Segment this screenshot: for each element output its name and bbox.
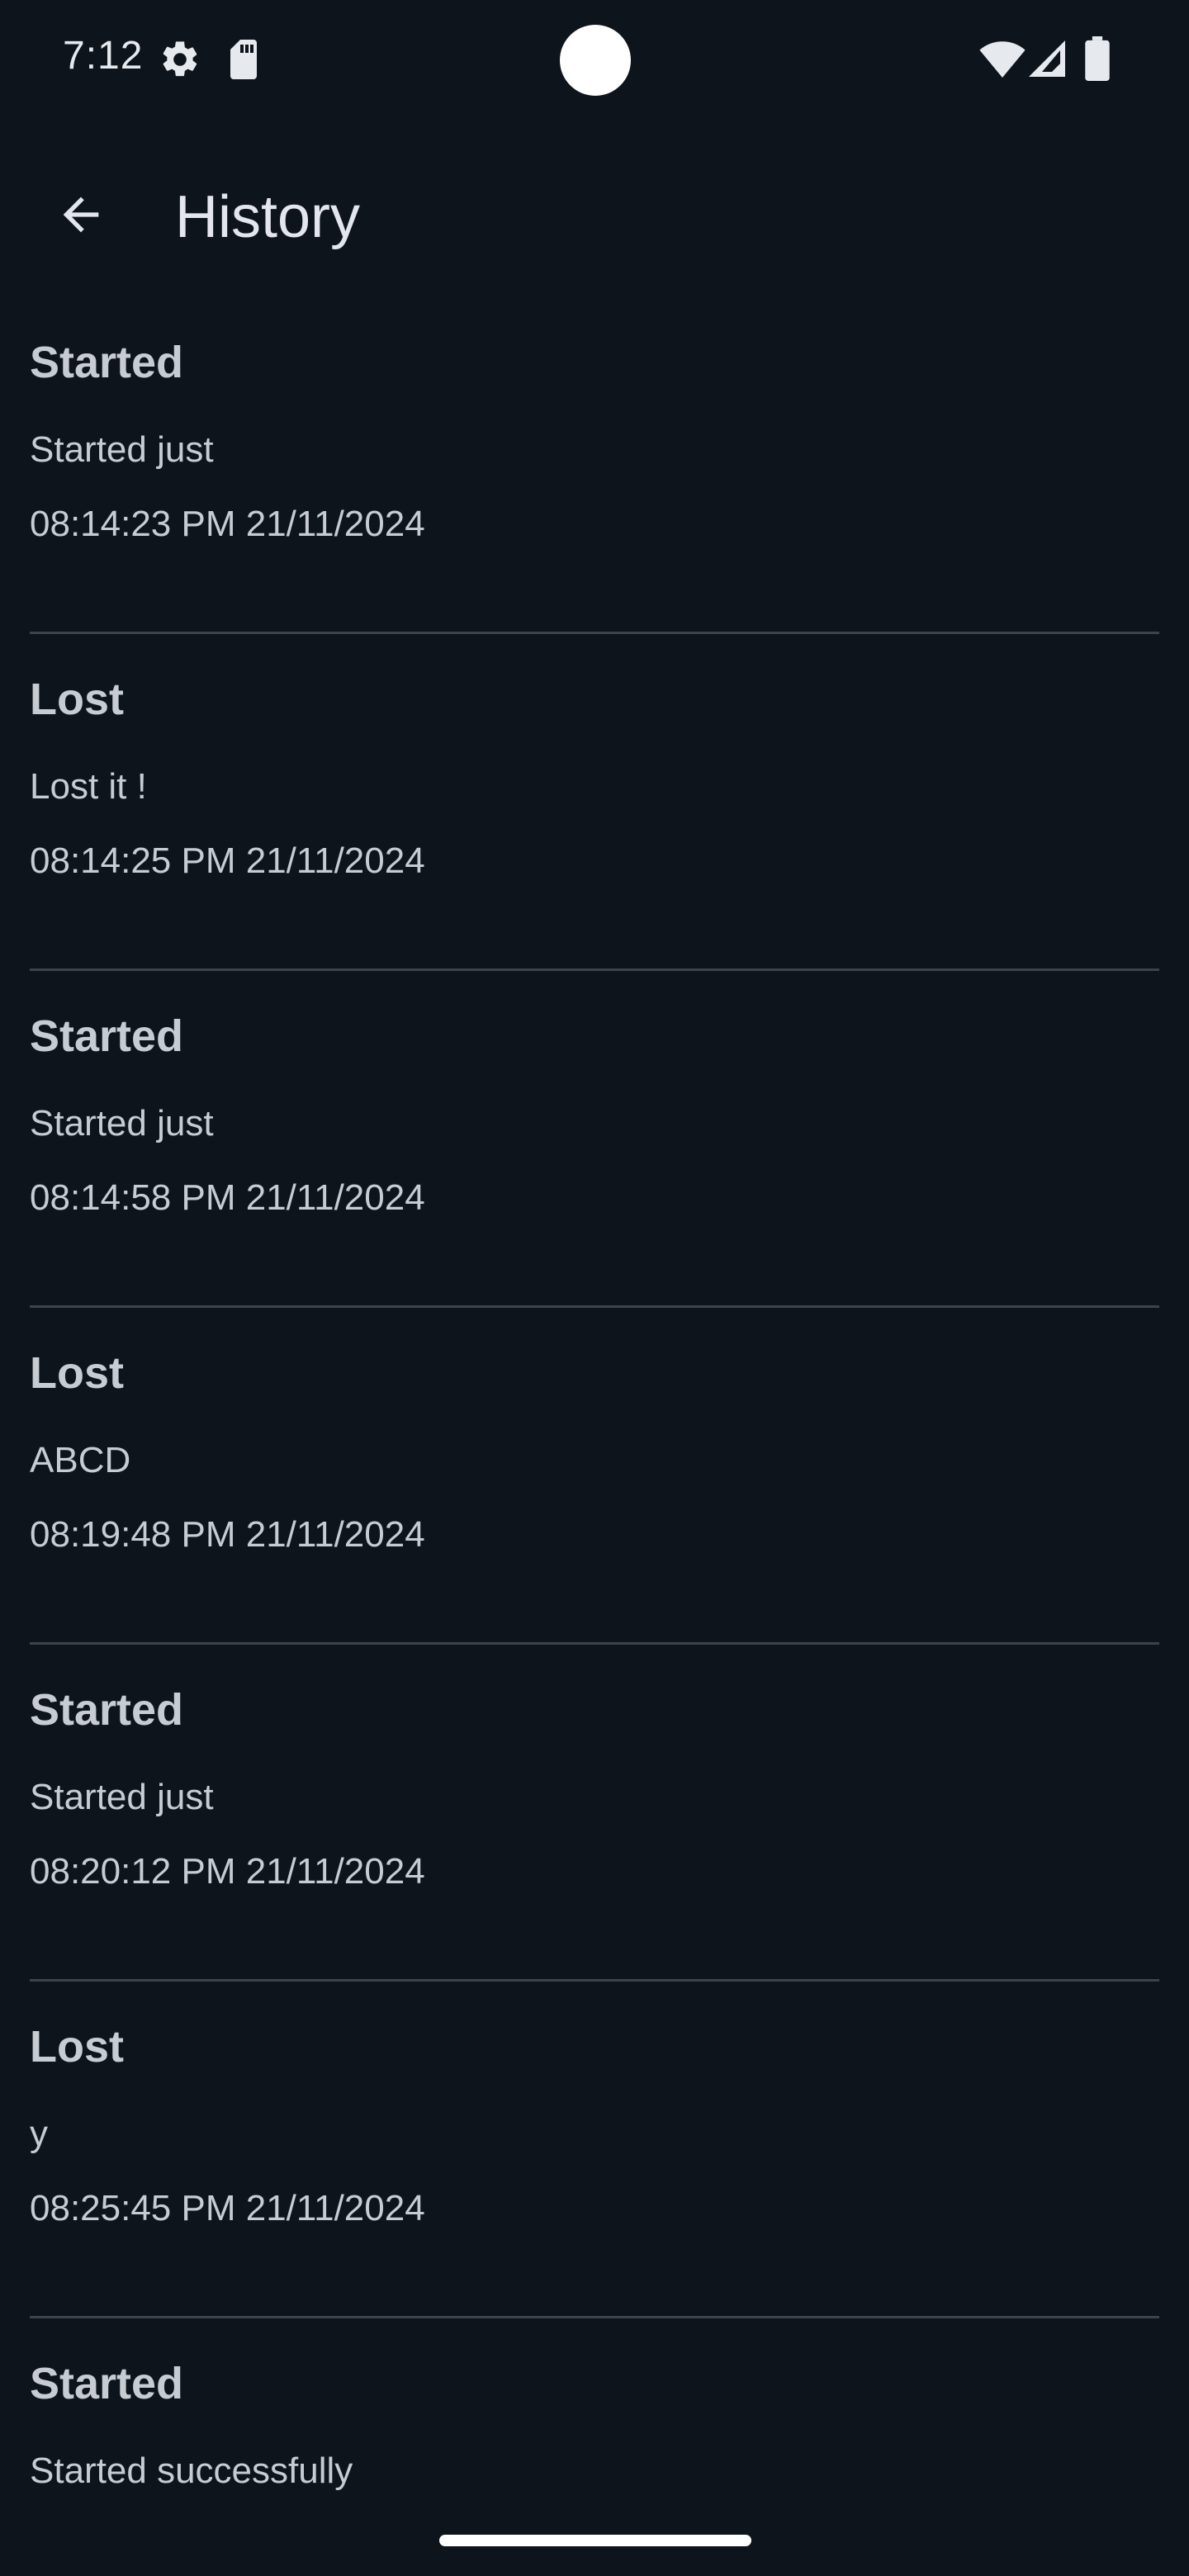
history-item[interactable]: Started Started just 08:14:58 PM 21/11/2… [30,971,1159,1308]
history-item[interactable]: Lost ABCD 08:19:48 PM 21/11/2024 [30,1308,1159,1645]
history-item-message: Lost it ! [30,766,147,807]
history-item-message: Started just [30,1777,214,1817]
top-app-bar: History [0,157,1189,272]
status-time: 7:12 [63,34,144,78]
history-item-timestamp: 08:25:45 PM 21/11/2024 [30,2188,425,2228]
status-bar: 7:12 [0,0,1189,124]
history-item-timestamp: 08:14:25 PM 21/11/2024 [30,841,425,881]
arrow-back-icon [63,197,99,233]
history-item-timestamp: 08:20:12 PM 21/11/2024 [30,1851,425,1892]
history-item-message: Started successfully [30,2451,353,2491]
history-item-message: ABCD [30,1440,131,1480]
gesture-navigation-bar[interactable] [439,2535,751,2546]
history-item[interactable]: Started Started just 08:20:12 PM 21/11/2… [30,1645,1159,1982]
history-item[interactable]: Lost y 08:25:45 PM 21/11/2024 [30,1982,1159,2318]
history-item-title: Started [30,1685,184,1735]
history-item-timestamp: 08:14:23 PM 21/11/2024 [30,504,425,544]
page-title: History [175,184,361,250]
history-item-title: Lost [30,675,124,724]
history-item-message: Started just [30,429,214,470]
history-item-message: y [30,2114,48,2154]
cellular-signal-icon [1029,40,1065,77]
history-screen: 7:12 History Started Started just 08:14:… [0,0,1189,2576]
history-item-timestamp: 08:14:58 PM 21/11/2024 [30,1177,425,1218]
history-item-title: Started [30,2359,184,2408]
battery-icon [1085,36,1110,81]
history-list[interactable]: Started Started just 08:14:23 PM 21/11/2… [0,297,1189,2576]
history-item-title: Lost [30,1348,124,1398]
camera-cutout [560,25,631,96]
settings-gear-icon [163,41,197,77]
history-item[interactable]: Started Started just 08:14:23 PM 21/11/2… [30,297,1159,634]
history-item-message: Started just [30,1103,214,1144]
wifi-icon [979,41,1026,78]
history-item-timestamp: 08:19:48 PM 21/11/2024 [30,1514,425,1555]
sd-card-icon [230,40,257,79]
history-item-title: Started [30,1011,184,1061]
history-item[interactable]: Lost Lost it ! 08:14:25 PM 21/11/2024 [30,634,1159,971]
history-item-title: Lost [30,2022,124,2072]
history-item-title: Started [30,338,184,387]
back-button[interactable] [40,173,122,256]
